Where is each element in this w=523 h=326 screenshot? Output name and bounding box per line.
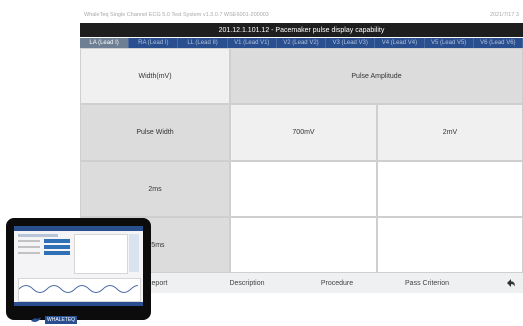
page-title: 201.12.1.101.12 - Pacemaker pulse displa… (218, 26, 385, 34)
device-screen (14, 226, 143, 306)
tab-v1[interactable]: V1 (Lead V1) (228, 38, 277, 48)
tab-v6[interactable]: V6 (Lead V6) (474, 38, 523, 48)
table-cell[interactable] (230, 161, 377, 217)
table-row-header: Pulse Width (80, 104, 230, 161)
column-header-700mv: 700mV (230, 104, 377, 161)
device-screen-line (18, 246, 40, 248)
window-date: 2021/7/17 3 (489, 12, 519, 18)
device-screen-header (14, 226, 143, 231)
table-cell[interactable] (230, 217, 377, 273)
tab-v4[interactable]: V4 (Lead V4) (375, 38, 425, 48)
device-screen-footer (14, 302, 143, 306)
back-arrow-icon[interactable] (505, 277, 517, 289)
table-cell[interactable] (377, 161, 523, 217)
whale-logo-icon (31, 317, 41, 322)
device-screen-panel (74, 234, 128, 274)
window-title: WhaleTeq Single Channel ECG 5.0 Test Sys… (84, 12, 269, 18)
procedure-button[interactable]: Procedure (294, 280, 380, 287)
tab-v3[interactable]: V3 (Lead V3) (326, 38, 376, 48)
table-corner-label: Width(mV) (80, 48, 230, 104)
device-screen-field (44, 245, 70, 249)
table-cell[interactable] (377, 217, 523, 273)
device-screen-field (44, 251, 70, 255)
tab-ra[interactable]: RA (Lead I) (129, 38, 179, 48)
tab-la[interactable]: LA (Lead I) (80, 38, 130, 48)
device-screen-field (44, 239, 70, 243)
brand-logo: WHALETEQ (30, 314, 94, 326)
table-span-header: Pulse Amplitude (230, 48, 523, 104)
tab-ll[interactable]: LL (Lead II) (178, 38, 228, 48)
device-screen-sidebar (129, 234, 139, 272)
device-screen-line (18, 252, 40, 254)
description-button[interactable]: Description (204, 280, 290, 287)
row-label-2ms: 2ms (80, 161, 230, 217)
window-info-bar: WhaleTeq Single Channel ECG 5.0 Test Sys… (80, 8, 523, 22)
tab-v5[interactable]: V5 (Lead V5) (425, 38, 474, 48)
device-screen-line (18, 240, 40, 242)
device-screen-line (18, 234, 58, 237)
page-title-bar: 201.12.1.101.12 - Pacemaker pulse displa… (80, 23, 523, 37)
column-header-2mv: 2mV (377, 104, 523, 161)
tab-v2[interactable]: V2 (Lead V2) (277, 38, 327, 48)
ecg-waveform-icon (19, 285, 138, 293)
device-thumbnail (6, 218, 151, 320)
brand-name: WHALETEQ (45, 316, 78, 324)
lead-tabs: LA (Lead I) RA (Lead I) LL (Lead II) V1 … (80, 38, 523, 48)
pass-criterion-button[interactable]: Pass Criterion (384, 280, 470, 287)
